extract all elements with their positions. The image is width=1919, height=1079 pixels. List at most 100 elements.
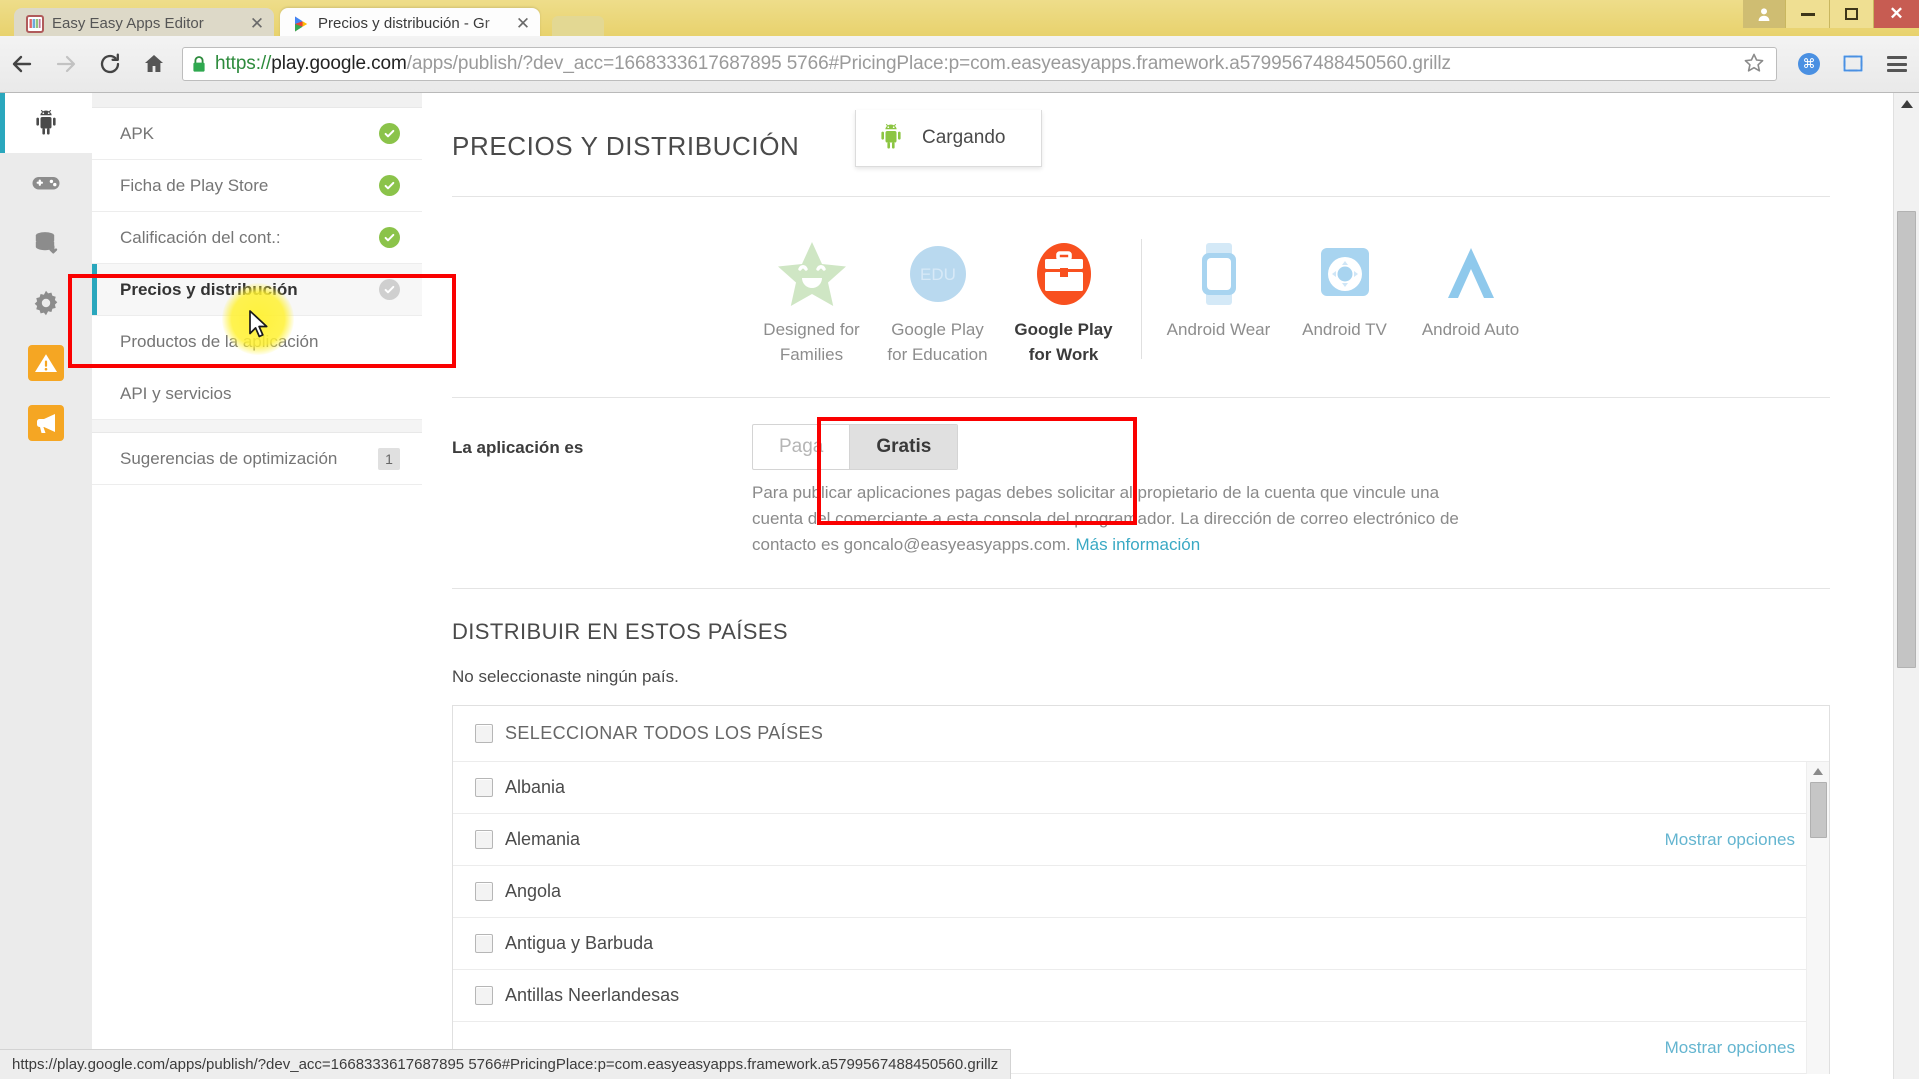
program-google-play-for-work[interactable]: Google Play for Work — [1001, 231, 1127, 367]
app-is-body: Paga Gratis Para publicar aplicaciones p… — [752, 424, 1830, 558]
nav-label: Ficha de Play Store — [120, 176, 379, 196]
rail-item-database[interactable] — [0, 213, 92, 273]
country-label: Alemania — [505, 829, 580, 850]
country-checkbox[interactable] — [475, 830, 493, 849]
rail-item-announcements[interactable] — [0, 393, 92, 453]
forward-arrow-icon[interactable] — [44, 42, 88, 86]
show-options-link[interactable]: Mostrar opciones — [1665, 830, 1795, 850]
country-label: Antigua y Barbuda — [505, 933, 653, 954]
scroll-up-icon[interactable] — [1894, 93, 1919, 115]
program-label-line1: Android Wear — [1156, 317, 1282, 342]
program-android-tv[interactable]: Android TV — [1282, 231, 1408, 342]
browser-toolbar: https://play.google.com/apps/publish/?de… — [0, 36, 1919, 93]
star-face-icon — [749, 231, 875, 317]
mas-informacion-link[interactable]: Más información — [1075, 535, 1200, 554]
table-row[interactable]: Antigua y Barbuda — [453, 918, 1829, 970]
table-row[interactable]: Albania — [453, 762, 1829, 814]
close-icon[interactable]: ✕ — [514, 15, 532, 33]
country-checkbox[interactable] — [475, 986, 493, 1005]
address-bar[interactable]: https://play.google.com/apps/publish/?de… — [182, 47, 1777, 81]
main-content: PRECIOS Y DISTRIBUCIÓN Designed for Fami… — [422, 93, 1860, 1079]
sidebar-item-api-y-servicios[interactable]: API y servicios — [92, 368, 422, 420]
extension-icon[interactable]: ⌘ — [1787, 42, 1831, 86]
reload-icon[interactable] — [88, 42, 132, 86]
extension-badge: ⌘ — [1798, 53, 1820, 75]
program-label-line1: Android Auto — [1408, 317, 1534, 342]
maximize-button[interactable] — [1829, 0, 1873, 28]
status-check-icon — [379, 227, 400, 248]
country-label: Antillas Neerlandesas — [505, 985, 679, 1006]
program-android-auto[interactable]: Android Auto — [1408, 231, 1534, 342]
url-path: /apps/publish/?dev_acc=1668333617687895 … — [407, 53, 1451, 74]
countries-title: DISTRIBUIR EN ESTOS PAÍSES — [422, 589, 1860, 645]
countries-table: SELECCIONAR TODOS LOS PAÍSES Albania Ale… — [452, 705, 1830, 1074]
close-button[interactable]: ✕ — [1873, 0, 1919, 28]
nav-label: API y servicios — [120, 384, 400, 404]
user-profile-button[interactable] — [1743, 0, 1785, 28]
loading-popup: Cargando — [855, 110, 1042, 167]
table-row[interactable]: Angola — [453, 866, 1829, 918]
table-row[interactable]: Antillas Neerlandesas — [453, 970, 1829, 1022]
menu-icon[interactable] — [1875, 42, 1919, 86]
rail-item-alerts[interactable] — [0, 333, 92, 393]
page-scrollbar[interactable] — [1893, 93, 1919, 1079]
sidebar-item-sugerencias-de-optimizacion[interactable]: Sugerencias de optimización 1 — [92, 433, 422, 485]
watch-icon — [1156, 231, 1282, 317]
program-label-line2: Families — [749, 342, 875, 367]
rail-item-android[interactable] — [0, 93, 92, 153]
nav-label: Calificación del cont.: — [120, 228, 379, 248]
countries-none-selected: No seleccionaste ningún país. — [422, 645, 1860, 687]
home-icon[interactable] — [132, 42, 176, 86]
rail-item-games[interactable] — [0, 153, 92, 213]
program-google-play-for-education[interactable]: EDU Google Play for Education — [875, 231, 1001, 367]
close-icon[interactable]: ✕ — [248, 15, 266, 33]
rail-item-settings[interactable] — [0, 273, 92, 333]
sidebar-item-ficha-play-store[interactable]: Ficha de Play Store — [92, 160, 422, 212]
table-row[interactable]: Alemania Mostrar opciones — [453, 814, 1829, 866]
auto-icon — [1408, 231, 1534, 317]
price-option-paga[interactable]: Paga — [753, 425, 849, 469]
back-arrow-icon[interactable] — [0, 42, 44, 86]
pricing-help-text: Para publicar aplicaciones pagas debes s… — [752, 480, 1482, 558]
price-option-gratis[interactable]: Gratis — [849, 425, 957, 469]
program-android-wear[interactable]: Android Wear — [1156, 231, 1282, 342]
icon-rail — [0, 93, 93, 1079]
select-all-checkbox[interactable] — [475, 724, 493, 743]
scrollbar-thumb[interactable] — [1810, 782, 1827, 838]
nav-label: Sugerencias de optimización — [120, 449, 378, 469]
edu-icon: EDU — [875, 231, 1001, 317]
sidebar-item-calificacion-contenido[interactable]: Calificación del cont.: — [92, 212, 422, 264]
url-text: https://play.google.com/apps/publish/?de… — [215, 53, 1736, 75]
country-label: Albania — [505, 777, 565, 798]
countries-scrollbar[interactable] — [1806, 762, 1829, 1074]
browser-window: Easy Easy Apps Editor ✕ Precios y distri… — [0, 0, 1919, 1079]
window-controls: ✕ — [1743, 0, 1919, 28]
app-is-label: La aplicación es — [452, 424, 752, 558]
country-checkbox[interactable] — [475, 882, 493, 901]
scroll-up-icon[interactable] — [1807, 762, 1829, 780]
lock-icon — [191, 55, 207, 73]
alert-icon — [28, 345, 64, 381]
program-label-line1: Designed for — [749, 317, 875, 342]
star-icon[interactable] — [1742, 51, 1768, 77]
program-label-line1: Google Play — [1001, 317, 1127, 342]
scrollbar-thumb[interactable] — [1897, 211, 1916, 668]
price-type-toggle[interactable]: Paga Gratis — [752, 424, 958, 470]
sidebar-item-apk[interactable]: APK — [92, 108, 422, 160]
status-check-icon — [379, 279, 400, 300]
country-checkbox[interactable] — [475, 934, 493, 953]
show-options-link[interactable]: Mostrar opciones — [1665, 1038, 1795, 1058]
minimize-button[interactable] — [1785, 0, 1829, 28]
title-bar: Easy Easy Apps Editor ✕ Precios y distri… — [0, 0, 1919, 36]
country-checkbox[interactable] — [475, 778, 493, 797]
svg-text:EDU: EDU — [920, 265, 956, 284]
country-select-all-row[interactable]: SELECCIONAR TODOS LOS PAÍSES — [453, 706, 1829, 762]
program-badges-row: Designed for Families EDU Google Play fo… — [422, 197, 1860, 367]
cast-icon[interactable] — [1831, 42, 1875, 86]
loading-label: Cargando — [922, 127, 1005, 149]
megaphone-icon — [28, 405, 64, 441]
program-label-line1: Android TV — [1282, 317, 1408, 342]
program-designed-for-families[interactable]: Designed for Families — [749, 231, 875, 367]
tv-remote-icon — [1282, 231, 1408, 317]
nav-label: APK — [120, 124, 379, 144]
